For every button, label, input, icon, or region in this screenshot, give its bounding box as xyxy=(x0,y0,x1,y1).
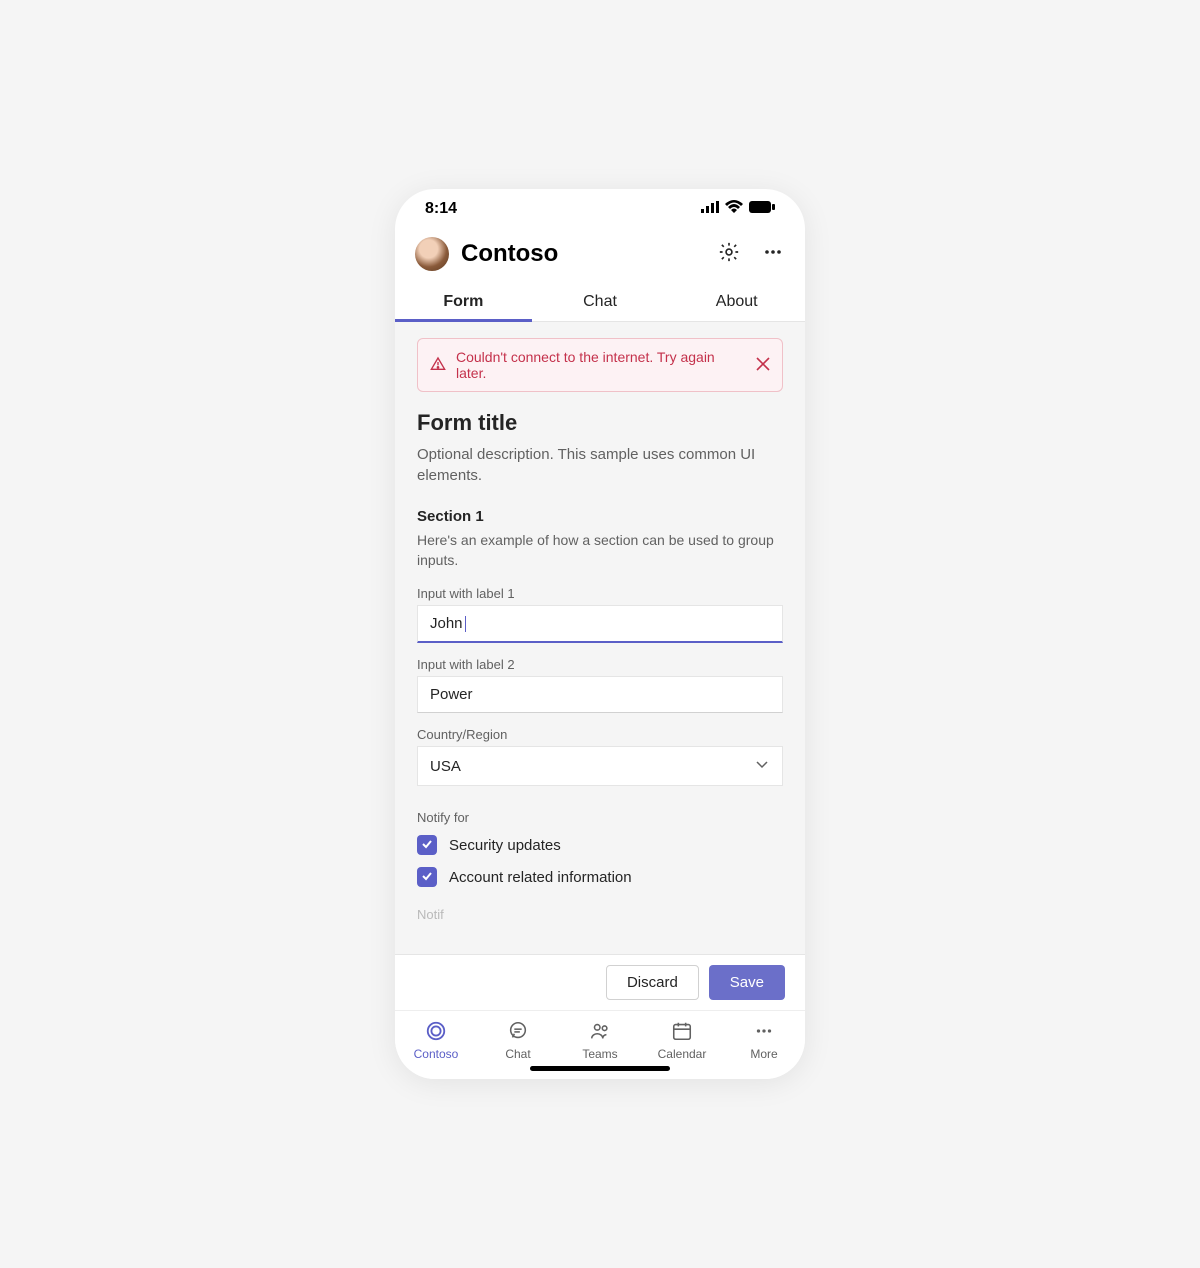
nav-label: Contoso xyxy=(414,1047,459,1061)
clock: 8:14 xyxy=(425,200,457,218)
field-label: Notify for xyxy=(417,810,783,825)
alert-close-button[interactable] xyxy=(756,357,770,374)
nav-chat[interactable]: Chat xyxy=(477,1019,559,1061)
select-value: USA xyxy=(430,758,461,775)
field-label: Input with label 1 xyxy=(417,586,783,601)
tab-bar: Form Chat About xyxy=(395,283,805,322)
input-value: John xyxy=(430,615,463,632)
checkbox-label: Security updates xyxy=(449,837,561,854)
form-description: Optional description. This sample uses c… xyxy=(417,444,783,486)
calendar-icon xyxy=(670,1019,694,1043)
input1-field[interactable]: John xyxy=(417,605,783,643)
notify-group: Notify for Security updates Account rela… xyxy=(417,810,783,893)
section-title: Section 1 xyxy=(417,508,783,525)
input2-field[interactable]: Power xyxy=(417,676,783,713)
field-input2: Input with label 2 Power xyxy=(417,657,783,713)
checkbox-row[interactable]: Security updates xyxy=(417,829,783,861)
tab-about[interactable]: About xyxy=(668,283,805,321)
nav-label: Calendar xyxy=(658,1047,707,1061)
input-value: Power xyxy=(430,686,473,703)
nav-calendar[interactable]: Calendar xyxy=(641,1019,723,1061)
status-bar: 8:14 xyxy=(395,189,805,229)
section-description: Here's an example of how a section can b… xyxy=(417,531,783,570)
error-alert: Couldn't connect to the internet. Try ag… xyxy=(417,338,783,392)
nav-contoso[interactable]: Contoso xyxy=(395,1019,477,1061)
save-button[interactable]: Save xyxy=(709,965,785,1000)
tab-label: Chat xyxy=(583,293,617,310)
chevron-down-icon xyxy=(754,756,770,776)
content-area[interactable]: Couldn't connect to the internet. Try ag… xyxy=(395,322,805,954)
checkbox-security-updates[interactable] xyxy=(417,835,437,855)
nav-label: Teams xyxy=(582,1047,617,1061)
tab-label: Form xyxy=(443,293,483,310)
home-indicator[interactable] xyxy=(530,1066,670,1071)
gear-icon xyxy=(718,241,740,268)
tab-form[interactable]: Form xyxy=(395,283,532,321)
check-icon xyxy=(421,869,433,886)
checkbox-account-info[interactable] xyxy=(417,867,437,887)
settings-button[interactable] xyxy=(717,242,741,266)
check-icon xyxy=(421,837,433,854)
warning-icon xyxy=(430,356,446,375)
app-icon xyxy=(424,1019,448,1043)
country-select[interactable]: USA xyxy=(417,746,783,786)
alert-text: Couldn't connect to the internet. Try ag… xyxy=(456,349,746,381)
nav-teams[interactable]: Teams xyxy=(559,1019,641,1061)
app-title: Contoso xyxy=(461,240,705,268)
checkbox-row[interactable]: Account related information xyxy=(417,861,783,893)
form-title: Form title xyxy=(417,410,783,436)
avatar[interactable] xyxy=(415,237,449,271)
field-country: Country/Region USA xyxy=(417,727,783,786)
teams-icon xyxy=(588,1019,612,1043)
nav-label: More xyxy=(750,1047,777,1061)
signal-icon xyxy=(701,200,719,218)
action-bar: Discard Save xyxy=(395,954,805,1010)
discard-button[interactable]: Discard xyxy=(606,965,699,1000)
more-horizontal-icon xyxy=(763,242,783,267)
battery-icon xyxy=(749,200,775,218)
text-caret xyxy=(465,616,466,632)
nav-label: Chat xyxy=(505,1047,530,1061)
tab-label: About xyxy=(716,293,758,310)
phone-frame: 8:14 Contoso xyxy=(395,189,805,1079)
cutoff-label: Notif xyxy=(417,907,783,922)
field-label: Input with label 2 xyxy=(417,657,783,672)
close-icon xyxy=(756,358,770,374)
app-header: Contoso xyxy=(395,229,805,283)
status-icons xyxy=(701,200,775,218)
tab-chat[interactable]: Chat xyxy=(532,283,669,321)
field-label: Country/Region xyxy=(417,727,783,742)
nav-more[interactable]: More xyxy=(723,1019,805,1061)
wifi-icon xyxy=(725,200,743,218)
more-button[interactable] xyxy=(761,242,785,266)
field-input1: Input with label 1 John xyxy=(417,586,783,643)
checkbox-label: Account related information xyxy=(449,869,632,886)
more-horizontal-icon xyxy=(752,1019,776,1043)
chat-icon xyxy=(506,1019,530,1043)
